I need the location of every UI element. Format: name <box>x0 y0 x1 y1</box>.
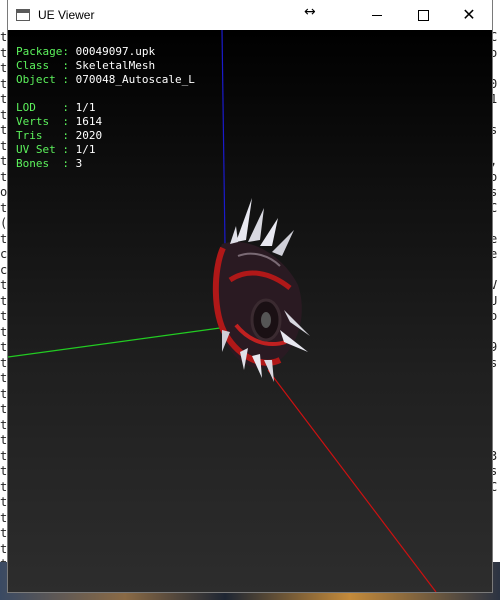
console-char: o <box>491 169 498 184</box>
console-char: 3 <box>491 448 498 463</box>
app-window-icon <box>16 9 30 21</box>
minimize-icon <box>372 14 382 16</box>
console-char: 1 <box>491 92 498 106</box>
console-char: s <box>491 185 498 199</box>
spike <box>260 218 278 246</box>
console-char: 9 <box>491 340 498 354</box>
console-char <box>491 263 500 279</box>
console-char <box>491 61 500 77</box>
info-package: Package: 00049097.upk <box>16 45 156 58</box>
console-char <box>491 216 500 232</box>
minimize-button[interactable] <box>354 0 400 30</box>
info-tris: Tris : 2020 <box>16 129 103 142</box>
spike <box>272 230 294 256</box>
console-char: C <box>491 200 498 215</box>
spike <box>230 226 238 244</box>
maximize-icon <box>417 9 429 21</box>
console-char <box>491 325 500 341</box>
console-char: 0 <box>491 76 498 91</box>
info-object: Object : 070048_Autoscale_L <box>16 73 195 86</box>
info-bones: Bones : 3 <box>16 157 83 170</box>
console-char: e <box>491 247 498 261</box>
console-char <box>491 139 500 155</box>
console-char: C <box>491 479 498 494</box>
mesh-ring-center <box>261 312 271 328</box>
console-char <box>491 402 500 418</box>
console-char: s <box>491 464 498 478</box>
skeletal-mesh <box>212 198 310 382</box>
ue-viewer-window: UE Viewer ↔ ✕ Package: 00049097.upk Clas… <box>8 0 492 592</box>
console-char: U <box>491 293 498 308</box>
resize-cursor-icon: ↔ <box>304 4 316 20</box>
console-char <box>491 433 500 449</box>
info-lod: LOD : 1/1 <box>16 101 96 114</box>
spike <box>236 198 252 242</box>
console-char <box>491 526 500 542</box>
console-char: C <box>491 30 498 44</box>
console-char <box>491 387 500 403</box>
window-title: UE Viewer <box>38 8 95 22</box>
console-char <box>491 418 500 434</box>
background-console-right: Co 01 s ,osC ee VUo 9s 3sC <box>491 30 500 600</box>
console-char <box>491 371 500 387</box>
title-bar[interactable]: UE Viewer ↔ ✕ <box>8 0 492 30</box>
console-char: e <box>491 231 498 246</box>
3d-viewport[interactable]: Package: 00049097.upk Class : SkeletalMe… <box>8 30 492 592</box>
console-char: V <box>491 278 498 292</box>
info-uvset: UV Set : 1/1 <box>16 143 96 156</box>
console-char: o <box>491 45 498 60</box>
console-char <box>491 511 500 527</box>
close-icon: ✕ <box>462 5 476 24</box>
console-char: , <box>491 154 500 170</box>
console-char <box>491 495 500 511</box>
console-char: s <box>491 355 498 370</box>
spike <box>248 208 264 242</box>
console-char: o <box>491 309 498 323</box>
console-char <box>491 108 500 124</box>
close-button[interactable]: ✕ <box>446 0 492 30</box>
console-char: s <box>491 123 498 137</box>
axis-y-line <box>8 327 221 358</box>
axis-x-line <box>267 369 437 592</box>
info-class: Class : SkeletalMesh <box>16 59 156 72</box>
axis-z-line <box>221 30 226 246</box>
info-verts: Verts : 1614 <box>16 115 103 128</box>
mesh-info-overlay: Package: 00049097.upk Class : SkeletalMe… <box>16 45 195 171</box>
maximize-button[interactable] <box>400 0 446 30</box>
